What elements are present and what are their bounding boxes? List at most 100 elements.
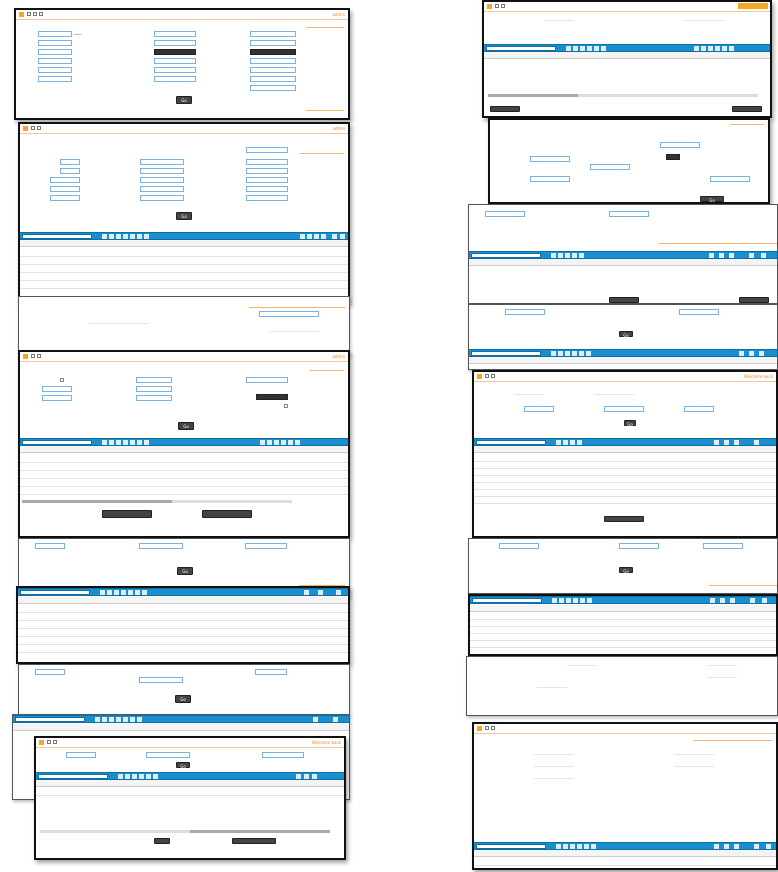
table-row[interactable]: [474, 858, 776, 866]
filter-field[interactable]: [246, 168, 288, 174]
filter-field[interactable]: [136, 377, 172, 383]
action-button[interactable]: [490, 106, 520, 112]
table-row[interactable]: [20, 479, 348, 487]
action-button[interactable]: [202, 510, 252, 518]
filter-field[interactable]: [684, 406, 714, 412]
filter-field[interactable]: [256, 394, 288, 400]
filter-field[interactable]: [246, 159, 288, 165]
filter-field[interactable]: [246, 195, 288, 201]
filter-field[interactable]: [38, 49, 72, 55]
list-icon[interactable]: [37, 126, 41, 130]
table-row[interactable]: [18, 629, 348, 637]
filter-field[interactable]: [42, 386, 72, 392]
horizontal-scrollbar[interactable]: [40, 830, 330, 833]
table-row[interactable]: [20, 257, 348, 265]
filter-field[interactable]: [524, 406, 554, 412]
table-row[interactable]: [20, 249, 348, 257]
filter-field[interactable]: [604, 406, 644, 412]
page-size-select[interactable]: [22, 440, 92, 445]
list-icon[interactable]: [501, 4, 505, 8]
table-row[interactable]: [20, 471, 348, 479]
list-icon[interactable]: [53, 740, 57, 744]
filter-field[interactable]: [154, 76, 196, 82]
table-row[interactable]: [36, 788, 344, 796]
table-row[interactable]: [470, 640, 776, 648]
filter-field[interactable]: [42, 395, 72, 401]
search-button[interactable]: Go: [176, 762, 190, 769]
action-button[interactable]: [739, 297, 769, 303]
table-row[interactable]: [20, 265, 348, 273]
action-button[interactable]: [154, 838, 170, 844]
page-size-select[interactable]: [476, 440, 546, 445]
page-size-select[interactable]: [15, 717, 85, 722]
table-row[interactable]: [474, 496, 776, 504]
search-button[interactable]: Go: [619, 331, 633, 338]
checkbox[interactable]: [60, 378, 64, 382]
table-row[interactable]: [18, 637, 348, 645]
list-icon[interactable]: [33, 12, 37, 16]
home-icon[interactable]: [27, 12, 31, 16]
filter-field[interactable]: [246, 177, 288, 183]
filter-field[interactable]: [140, 177, 184, 183]
filter-field[interactable]: [609, 211, 649, 217]
filter-field[interactable]: [146, 752, 190, 758]
home-icon[interactable]: [31, 126, 35, 130]
filter-field[interactable]: [250, 76, 296, 82]
search-button[interactable]: Go: [176, 96, 192, 104]
action-button[interactable]: [604, 516, 644, 522]
list-icon[interactable]: [37, 354, 41, 358]
settings-icon[interactable]: [39, 12, 43, 16]
filter-field[interactable]: [154, 67, 196, 73]
search-button[interactable]: Go: [624, 420, 636, 427]
filter-field[interactable]: [154, 49, 196, 55]
search-button[interactable]: Go: [176, 212, 192, 220]
filter-field[interactable]: [38, 67, 72, 73]
action-button[interactable]: [609, 297, 639, 303]
filter-field[interactable]: [530, 156, 570, 162]
page-size-select[interactable]: [472, 598, 542, 603]
page-size-select[interactable]: [471, 351, 541, 356]
filter-field[interactable]: [250, 40, 296, 46]
filter-field[interactable]: [38, 40, 72, 46]
filter-field[interactable]: [262, 752, 304, 758]
table-row[interactable]: [20, 273, 348, 281]
page-size-select[interactable]: [486, 46, 556, 51]
filter-field[interactable]: [154, 40, 196, 46]
filter-field[interactable]: [154, 31, 196, 37]
home-icon[interactable]: [495, 4, 499, 8]
checkbox[interactable]: [284, 404, 288, 408]
action-button[interactable]: [732, 106, 762, 112]
filter-field[interactable]: [250, 49, 296, 55]
filter-field[interactable]: [66, 752, 96, 758]
filter-field[interactable]: [50, 186, 80, 192]
filter-field[interactable]: [499, 543, 539, 549]
table-row[interactable]: [18, 645, 348, 653]
filter-field[interactable]: [710, 176, 750, 182]
filter-field[interactable]: [60, 159, 80, 165]
search-button[interactable]: Go: [175, 695, 191, 703]
filter-field[interactable]: [485, 211, 525, 217]
filter-field[interactable]: [38, 76, 72, 82]
page-size-select[interactable]: [38, 774, 108, 779]
search-button[interactable]: Go: [619, 567, 633, 574]
filter-field[interactable]: [35, 669, 65, 675]
table-row[interactable]: [18, 613, 348, 621]
page-size-select[interactable]: [22, 234, 92, 239]
filter-field[interactable]: [140, 159, 184, 165]
page-size-select[interactable]: [20, 590, 90, 595]
filter-field[interactable]: [140, 195, 184, 201]
filter-field[interactable]: [619, 543, 659, 549]
filter-field[interactable]: [38, 58, 72, 64]
filter-field[interactable]: [246, 186, 288, 192]
filter-field[interactable]: [250, 67, 296, 73]
filter-field[interactable]: [140, 168, 184, 174]
home-icon[interactable]: [485, 374, 489, 378]
filter-field[interactable]: [246, 377, 288, 383]
home-icon[interactable]: [47, 740, 51, 744]
table-row[interactable]: [18, 605, 348, 613]
filter-field[interactable]: [136, 386, 172, 392]
filter-field[interactable]: [505, 309, 545, 315]
filter-field[interactable]: [50, 195, 80, 201]
table-row[interactable]: [20, 487, 348, 495]
filter-field[interactable]: [679, 309, 719, 315]
